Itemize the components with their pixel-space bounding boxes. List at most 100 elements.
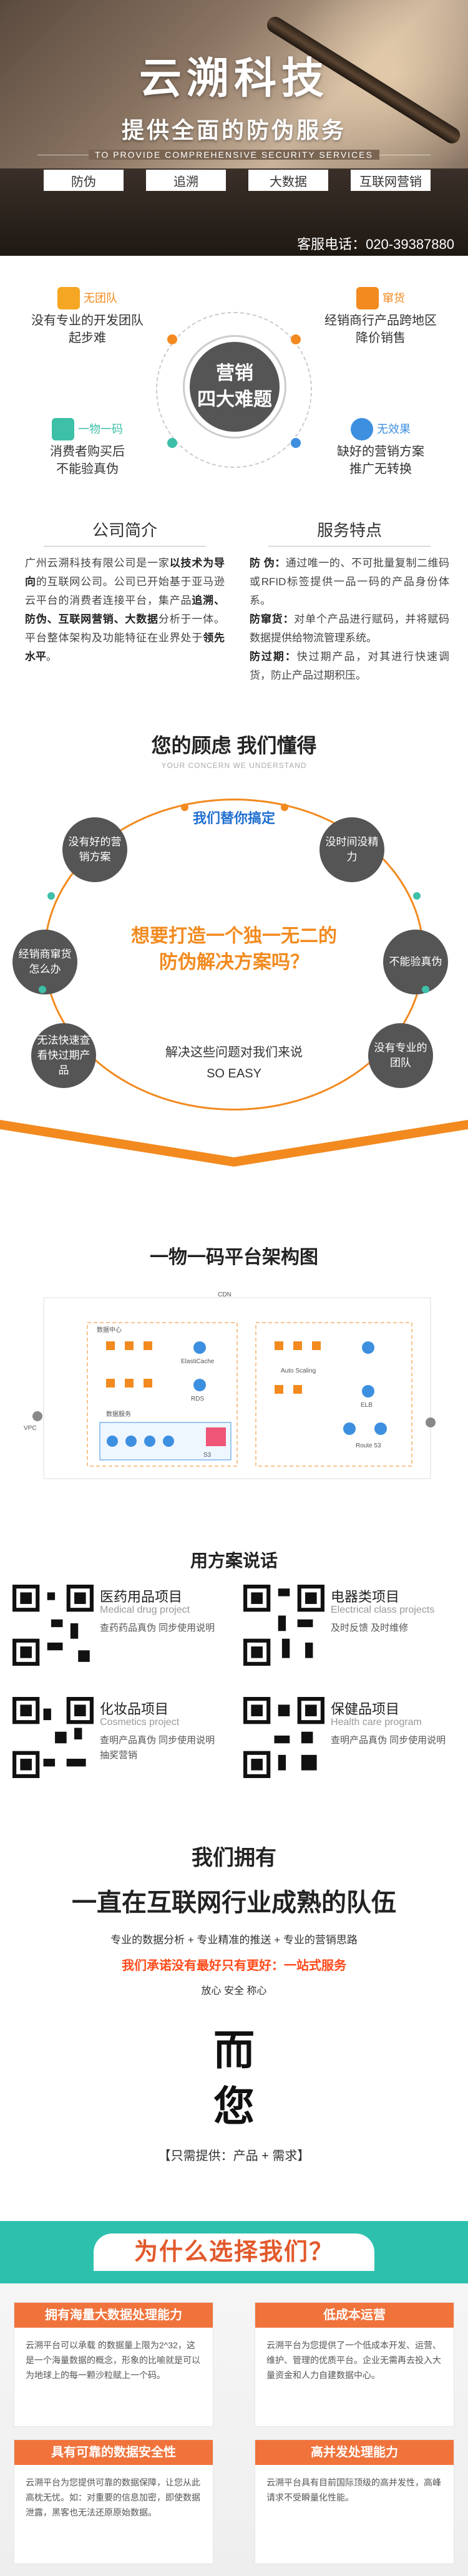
solution-question: 想要打造一个独一无二的 防伪解决方案吗？: [131, 926, 337, 973]
orange-dot: [291, 334, 301, 344]
green-dot: [167, 438, 177, 448]
case-medical[interactable]: 医药用品项目 Medical drug project 查药药品真伪 同步使用说…: [12, 1585, 218, 1678]
why-box-title: 低成本运营: [255, 2303, 454, 2328]
platform-title: 一物一码平台架构图: [150, 1247, 318, 1268]
tagline: 提供全面的防伪服务: [121, 117, 346, 143]
why-title: 为什么选择我们？: [94, 2233, 374, 2271]
case-name: 医药用品项目: [100, 1589, 183, 1605]
why-box-text: 云溯平台具有目前国际顶级的高并发性，高峰请求不受瞬量化性能。: [266, 2477, 441, 2502]
svg-text:Route 53: Route 53: [356, 1442, 381, 1449]
svg-text:VPC: VPC: [24, 1425, 37, 1432]
concerns-section: 您的顾虑 我们懂得 YOUR CONCERN WE UNDERSTAND 我们替…: [0, 730, 468, 1117]
difficulty-text: 没有专业的开发团队: [31, 314, 144, 328]
why-box-big-data: 拥有海量大数据处理能力 云溯平台可以承载 的数据量上限为2^32，这是一个海量数…: [14, 2302, 213, 2427]
tag-anti-counterfeit[interactable]: 防伪: [44, 170, 124, 191]
difficulty-text: 降价销售: [356, 331, 406, 345]
tag-traceability[interactable]: 追溯: [146, 170, 226, 191]
page: 云溯科技 提供全面的防伪服务 TO PROVIDE COMPREHENSIVE …: [0, 0, 468, 2576]
svg-text:Auto Scaling: Auto Scaling: [281, 1368, 316, 1374]
qr-code: [243, 1697, 324, 1778]
case-cosmetics[interactable]: 化妆品项目 Cosmetics project 查明产品真伪 同步使用说明 抽奖…: [12, 1697, 218, 1791]
marketing-difficulties: 营销 四大难题 无团队 没有专业的开发团队 起步难 窜货 经销商行产品跨地区 降…: [0, 275, 468, 499]
company-intro-title: 公司简介: [25, 518, 225, 547]
calligraphy: 而 您: [213, 2026, 255, 2131]
feature-anti-counterfeit: 防 伪：通过唯一的、不可批量复制二维码或RFID标签提供一品一码的产品身份体系。: [250, 557, 450, 606]
case-electrical[interactable]: 电器类项目 Electrical class projects 及时反馈 及时维…: [243, 1585, 449, 1678]
orange-chevron-divider: [0, 1120, 468, 1167]
solution-answer: 解决这些问题对我们来说 SO EASY: [165, 1046, 303, 1081]
tag-internet-marketing[interactable]: 互联网营销: [351, 170, 431, 191]
case-desc: 查药药品真伪 同步使用说明: [100, 1623, 215, 1633]
difficulty-channel-conflict: 窜货 经销商行产品跨地区 降价销售: [306, 287, 456, 347]
hub-line-2: 四大难题: [197, 389, 272, 410]
concerns-title: 您的顾虑 我们懂得: [151, 734, 317, 757]
difficulty-hub: 营销 四大难题: [185, 337, 285, 437]
svg-text:CDN: CDN: [218, 1291, 232, 1298]
svg-text:S3: S3: [203, 1452, 212, 1459]
feature-anti-diversion: 防窜货：对单个产品进行赋码，并将赋码数据提供给物流管理系统。: [250, 613, 450, 644]
difficulty-one-code: 一物一码 消费者购买后 不能验真伪: [12, 418, 162, 478]
difficulty-text: 经销商行产品跨地区: [324, 314, 437, 328]
architecture-diagram: CDN VPC 数据中心 数据服务 RDS ElastiCache S3 Aut…: [24, 1291, 436, 1479]
hero-banner: 云溯科技 提供全面的防伪服务 TO PROVIDE COMPREHENSIVE …: [0, 0, 468, 256]
difficulty-text: 推广无转换: [349, 462, 412, 476]
why-box-title: 具有可靠的数据安全性: [14, 2440, 213, 2465]
case-desc: 查明产品真伪 同步使用说明: [331, 1735, 446, 1746]
case-desc: 查明产品真伪 同步使用说明 抽奖营销: [100, 1735, 215, 1761]
teal-dot: [413, 892, 421, 900]
case-name: 电器类项目: [331, 1589, 400, 1605]
you-only-provide: 【只需提供：产品 + 需求】: [158, 2149, 310, 2163]
difficulty-tag: 无团队: [84, 292, 117, 304]
case-desc: 及时反馈 及时维修: [331, 1623, 409, 1633]
tag-big-data[interactable]: 大数据: [248, 170, 328, 191]
case-name: 保健品项目: [331, 1701, 400, 1717]
svg-text:ELB: ELB: [361, 1402, 373, 1409]
orange-dot: [281, 804, 288, 811]
concerns-subtitle: YOUR CONCERN WE UNDERSTAND: [161, 761, 307, 770]
svg-text:数据服务: 数据服务: [106, 1410, 131, 1418]
case-studies: 用方案说话 医药用品项目 Medical drug project 查药药品真伪…: [0, 1547, 468, 1778]
why-choose-us: 为什么选择我们？ 拥有海量大数据处理能力 云溯平台可以承载 的数据量上限为2^3…: [0, 2221, 468, 2576]
orange-dot: [167, 334, 177, 344]
hub-line-1: 营销: [216, 363, 253, 384]
qr-code-icon: [52, 418, 74, 440]
company-intro: 公司简介 广州云溯科技有限公司是一家以技术为导向的互联网公司。公司已开始基于亚马…: [25, 518, 225, 666]
cases-title: 用方案说话: [190, 1551, 278, 1570]
pie-chart-icon: [351, 418, 373, 440]
we-handle-it: 我们替你搞定: [192, 810, 275, 826]
teal-dot: [39, 986, 46, 993]
team-line-3: 专业的数据分析 + 专业精准的推送 + 专业的营销思路: [110, 1934, 358, 1946]
platform-architecture: 一物一码平台架构图 CDN VPC 数据中心 数据服务 RDS ElastiCa…: [0, 1242, 468, 1479]
service-features-title: 服务特点: [250, 518, 449, 547]
why-box-concurrency: 高并发处理能力 云溯平台具有目前国际顶级的高并发性，高峰请求不受瞬量化性能。: [255, 2439, 454, 2564]
why-box-title: 拥有海量大数据处理能力: [14, 2303, 213, 2328]
feature-anti-expiry: 防过期：快过期产品，对其进行快速调货，防止产品过期积压。: [250, 651, 449, 681]
why-box-text: 云溯平台可以承载 的数据量上限为2^32，这是一个海量数据的概念，形象的比喻就是…: [26, 2340, 200, 2380]
concern-bubble: 没时间没精力: [319, 817, 384, 882]
service-features: 服务特点 防 伪：通过唯一的、不可批量复制二维码或RFID标签提供一品一码的产品…: [250, 518, 449, 685]
team-promise: 我们承诺没有最好只有更好：一站式服务: [122, 1959, 346, 1973]
case-name-en: Medical drug project: [100, 1605, 190, 1615]
concern-bubble: 没有好的营销方案: [62, 817, 127, 882]
why-box-low-cost: 低成本运营 云溯平台为您提供了一个低成本开发、运营、维护、管理的优质平台。企业无…: [255, 2302, 454, 2427]
qr-code: [243, 1585, 324, 1666]
difficulty-text: 缺好的营销方案: [337, 445, 424, 459]
case-health-care[interactable]: 保健品项目 Health care program 查明产品真伪 同步使用说明: [243, 1697, 449, 1791]
truck-icon: [356, 287, 379, 309]
why-box-text: 云溯平台为您提供了一个低成本开发、运营、维护、管理的优质平台。企业无需再去投入大…: [266, 2340, 441, 2380]
difficulty-text: 消费者购买后: [50, 445, 125, 459]
why-box-text: 云溯平台为您提供可靠的数据保障，让您从此高枕无忧。如：对重要的信息加密，即使数据…: [26, 2477, 200, 2517]
team-section: 我们拥有 一直在互联网行业成熟的队伍 专业的数据分析 + 专业精准的推送 + 专…: [0, 1840, 468, 2164]
team-icon: [57, 287, 80, 309]
case-name: 化妆品项目: [100, 1701, 169, 1717]
team-values: 放心 安全 称心: [201, 1986, 267, 1996]
difficulty-no-effect: 无效果 缺好的营销方案 推广无转换: [306, 418, 456, 478]
contact-phone: 客服电话：020-39387880: [297, 236, 454, 252]
difficulty-tag: 一物一码: [78, 423, 123, 435]
qr-code: [12, 1697, 94, 1778]
why-box-title: 高并发处理能力: [255, 2440, 454, 2465]
difficulty-no-team: 无团队 没有专业的开发团队 起步难: [12, 287, 162, 347]
svg-text:RDS: RDS: [191, 1396, 204, 1402]
why-banner: 为什么选择我们？: [0, 2221, 468, 2283]
why-box-security: 具有可靠的数据安全性 云溯平台为您提供可靠的数据保障，让您从此高枕无忧。如：对重…: [14, 2439, 213, 2564]
